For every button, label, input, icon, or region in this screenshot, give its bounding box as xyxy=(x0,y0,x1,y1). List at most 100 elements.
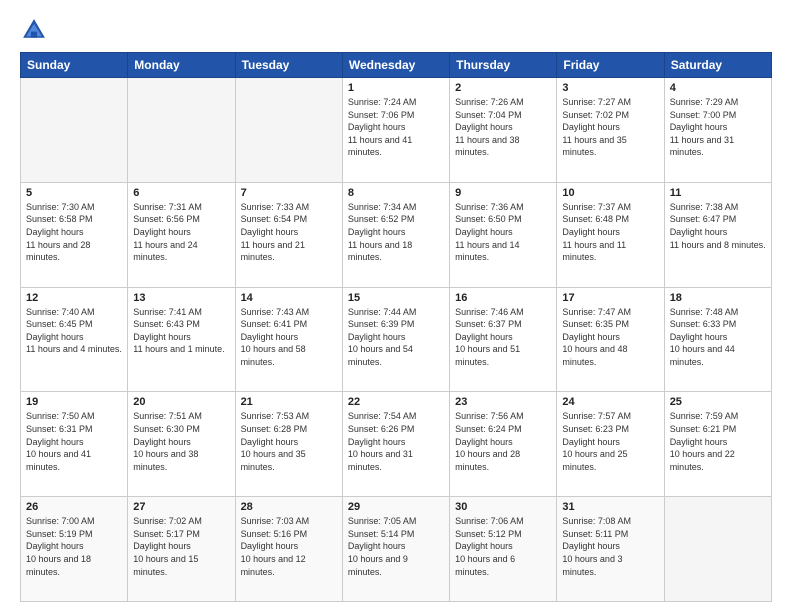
day-number: 7 xyxy=(241,187,337,199)
day-number: 22 xyxy=(348,396,444,408)
calendar-week-0: 1 Sunrise: 7:24 AMSunset: 7:06 PMDaylight… xyxy=(21,78,772,183)
calendar-cell: 6 Sunrise: 7:31 AMSunset: 6:56 PMDaylight… xyxy=(128,182,235,287)
day-number: 18 xyxy=(670,292,766,304)
calendar-cell: 14 Sunrise: 7:43 AMSunset: 6:41 PMDayligh… xyxy=(235,287,342,392)
weekday-header-tuesday: Tuesday xyxy=(235,53,342,78)
day-info: Sunrise: 7:44 AMSunset: 6:39 PMDaylight … xyxy=(348,306,444,369)
day-info: Sunrise: 7:00 AMSunset: 5:19 PMDaylight … xyxy=(26,515,122,578)
day-number: 23 xyxy=(455,396,551,408)
weekday-header-wednesday: Wednesday xyxy=(342,53,449,78)
calendar-cell: 7 Sunrise: 7:33 AMSunset: 6:54 PMDaylight… xyxy=(235,182,342,287)
day-info: Sunrise: 7:46 AMSunset: 6:37 PMDaylight … xyxy=(455,306,551,369)
calendar-cell: 31 Sunrise: 7:08 AMSunset: 5:11 PMDayligh… xyxy=(557,497,664,602)
calendar-cell: 8 Sunrise: 7:34 AMSunset: 6:52 PMDaylight… xyxy=(342,182,449,287)
day-number: 29 xyxy=(348,501,444,513)
calendar-cell: 23 Sunrise: 7:56 AMSunset: 6:24 PMDayligh… xyxy=(450,392,557,497)
day-info: Sunrise: 7:29 AMSunset: 7:00 PMDaylight … xyxy=(670,96,766,159)
day-number: 11 xyxy=(670,187,766,199)
calendar-cell: 2 Sunrise: 7:26 AMSunset: 7:04 PMDaylight… xyxy=(450,78,557,183)
day-info: Sunrise: 7:40 AMSunset: 6:45 PMDaylight … xyxy=(26,306,122,356)
calendar-cell: 17Sunrise: 7:47 AMSunset: 6:35 PMDayligh… xyxy=(557,287,664,392)
calendar-cell: 4 Sunrise: 7:29 AMSunset: 7:00 PMDaylight… xyxy=(664,78,771,183)
day-info: Sunrise: 7:26 AMSunset: 7:04 PMDaylight … xyxy=(455,96,551,159)
day-number: 6 xyxy=(133,187,229,199)
day-number: 3 xyxy=(562,82,658,94)
calendar-cell xyxy=(664,497,771,602)
calendar-cell xyxy=(21,78,128,183)
day-number: 8 xyxy=(348,187,444,199)
day-number: 14 xyxy=(241,292,337,304)
calendar-cell: 5Sunrise: 7:30 AMSunset: 6:58 PMDaylight… xyxy=(21,182,128,287)
day-info: Sunrise: 7:36 AMSunset: 6:50 PMDaylight … xyxy=(455,201,551,264)
calendar-cell: 22 Sunrise: 7:54 AMSunset: 6:26 PMDayligh… xyxy=(342,392,449,497)
calendar-cell: 1 Sunrise: 7:24 AMSunset: 7:06 PMDaylight… xyxy=(342,78,449,183)
day-number: 20 xyxy=(133,396,229,408)
calendar-cell: 25 Sunrise: 7:59 AMSunset: 6:21 PMDayligh… xyxy=(664,392,771,497)
day-info: Sunrise: 7:59 AMSunset: 6:21 PMDaylight … xyxy=(670,410,766,473)
day-info: Sunrise: 7:31 AMSunset: 6:56 PMDaylight … xyxy=(133,201,229,264)
day-info: Sunrise: 7:34 AMSunset: 6:52 PMDaylight … xyxy=(348,201,444,264)
calendar-cell: 21 Sunrise: 7:53 AMSunset: 6:28 PMDayligh… xyxy=(235,392,342,497)
day-info: Sunrise: 7:06 AMSunset: 5:12 PMDaylight … xyxy=(455,515,551,578)
day-info: Sunrise: 7:57 AMSunset: 6:23 PMDaylight … xyxy=(562,410,658,473)
calendar-cell: 26 Sunrise: 7:00 AMSunset: 5:19 PMDayligh… xyxy=(21,497,128,602)
calendar-cell: 19Sunrise: 7:50 AMSunset: 6:31 PMDayligh… xyxy=(21,392,128,497)
day-info: Sunrise: 7:33 AMSunset: 6:54 PMDaylight … xyxy=(241,201,337,264)
calendar-cell xyxy=(235,78,342,183)
day-info: Sunrise: 7:48 AMSunset: 6:33 PMDaylight … xyxy=(670,306,766,369)
calendar-cell xyxy=(128,78,235,183)
day-info: Sunrise: 7:51 AMSunset: 6:30 PMDaylight … xyxy=(133,410,229,473)
calendar-cell: 13Sunrise: 7:41 AMSunset: 6:43 PMDayligh… xyxy=(128,287,235,392)
page: SundayMondayTuesdayWednesdayThursdayFrid… xyxy=(0,0,792,612)
calendar-week-2: 12Sunrise: 7:40 AMSunset: 6:45 PMDayligh… xyxy=(21,287,772,392)
calendar-cell: 11 Sunrise: 7:38 AMSunset: 6:47 PMDayligh… xyxy=(664,182,771,287)
weekday-header-monday: Monday xyxy=(128,53,235,78)
day-number: 24 xyxy=(562,396,658,408)
header xyxy=(20,16,772,44)
day-info: Sunrise: 7:54 AMSunset: 6:26 PMDaylight … xyxy=(348,410,444,473)
day-info: Sunrise: 7:08 AMSunset: 5:11 PMDaylight … xyxy=(562,515,658,578)
day-info: Sunrise: 7:56 AMSunset: 6:24 PMDaylight … xyxy=(455,410,551,473)
calendar-week-4: 26 Sunrise: 7:00 AMSunset: 5:19 PMDayligh… xyxy=(21,497,772,602)
day-number: 26 xyxy=(26,501,122,513)
calendar-cell: 9 Sunrise: 7:36 AMSunset: 6:50 PMDaylight… xyxy=(450,182,557,287)
weekday-header-row: SundayMondayTuesdayWednesdayThursdayFrid… xyxy=(21,53,772,78)
day-info: Sunrise: 7:41 AMSunset: 6:43 PMDaylight … xyxy=(133,306,229,356)
calendar-cell: 24 Sunrise: 7:57 AMSunset: 6:23 PMDayligh… xyxy=(557,392,664,497)
weekday-header-thursday: Thursday xyxy=(450,53,557,78)
day-info: Sunrise: 7:24 AMSunset: 7:06 PMDaylight … xyxy=(348,96,444,159)
day-info: Sunrise: 7:02 AMSunset: 5:17 PMDaylight … xyxy=(133,515,229,578)
day-info: Sunrise: 7:05 AMSunset: 5:14 PMDaylight … xyxy=(348,515,444,578)
day-number: 1 xyxy=(348,82,444,94)
calendar-cell: 10Sunrise: 7:37 AMSunset: 6:48 PMDayligh… xyxy=(557,182,664,287)
calendar-cell: 16Sunrise: 7:46 AMSunset: 6:37 PMDayligh… xyxy=(450,287,557,392)
calendar-cell: 30 Sunrise: 7:06 AMSunset: 5:12 PMDayligh… xyxy=(450,497,557,602)
calendar-cell: 15 Sunrise: 7:44 AMSunset: 6:39 PMDayligh… xyxy=(342,287,449,392)
day-info: Sunrise: 7:27 AMSunset: 7:02 PMDaylight … xyxy=(562,96,658,159)
day-info: Sunrise: 7:53 AMSunset: 6:28 PMDaylight … xyxy=(241,410,337,473)
day-info: Sunrise: 7:03 AMSunset: 5:16 PMDaylight … xyxy=(241,515,337,578)
day-number: 21 xyxy=(241,396,337,408)
calendar-cell: 12Sunrise: 7:40 AMSunset: 6:45 PMDayligh… xyxy=(21,287,128,392)
day-number: 2 xyxy=(455,82,551,94)
day-number: 4 xyxy=(670,82,766,94)
calendar-cell: 18 Sunrise: 7:48 AMSunset: 6:33 PMDayligh… xyxy=(664,287,771,392)
day-number: 31 xyxy=(562,501,658,513)
day-info: Sunrise: 7:47 AMSunset: 6:35 PMDaylight … xyxy=(562,306,658,369)
day-number: 27 xyxy=(133,501,229,513)
day-number: 30 xyxy=(455,501,551,513)
calendar-week-3: 19Sunrise: 7:50 AMSunset: 6:31 PMDayligh… xyxy=(21,392,772,497)
calendar-week-1: 5Sunrise: 7:30 AMSunset: 6:58 PMDaylight… xyxy=(21,182,772,287)
logo xyxy=(20,16,52,44)
weekday-header-saturday: Saturday xyxy=(664,53,771,78)
day-number: 9 xyxy=(455,187,551,199)
calendar-cell: 27 Sunrise: 7:02 AMSunset: 5:17 PMDayligh… xyxy=(128,497,235,602)
day-info: Sunrise: 7:43 AMSunset: 6:41 PMDaylight … xyxy=(241,306,337,369)
day-info: Sunrise: 7:38 AMSunset: 6:47 PMDaylight … xyxy=(670,201,766,251)
day-number: 28 xyxy=(241,501,337,513)
weekday-header-sunday: Sunday xyxy=(21,53,128,78)
day-number: 15 xyxy=(348,292,444,304)
day-number: 19 xyxy=(26,396,122,408)
day-number: 5 xyxy=(26,187,122,199)
day-number: 25 xyxy=(670,396,766,408)
